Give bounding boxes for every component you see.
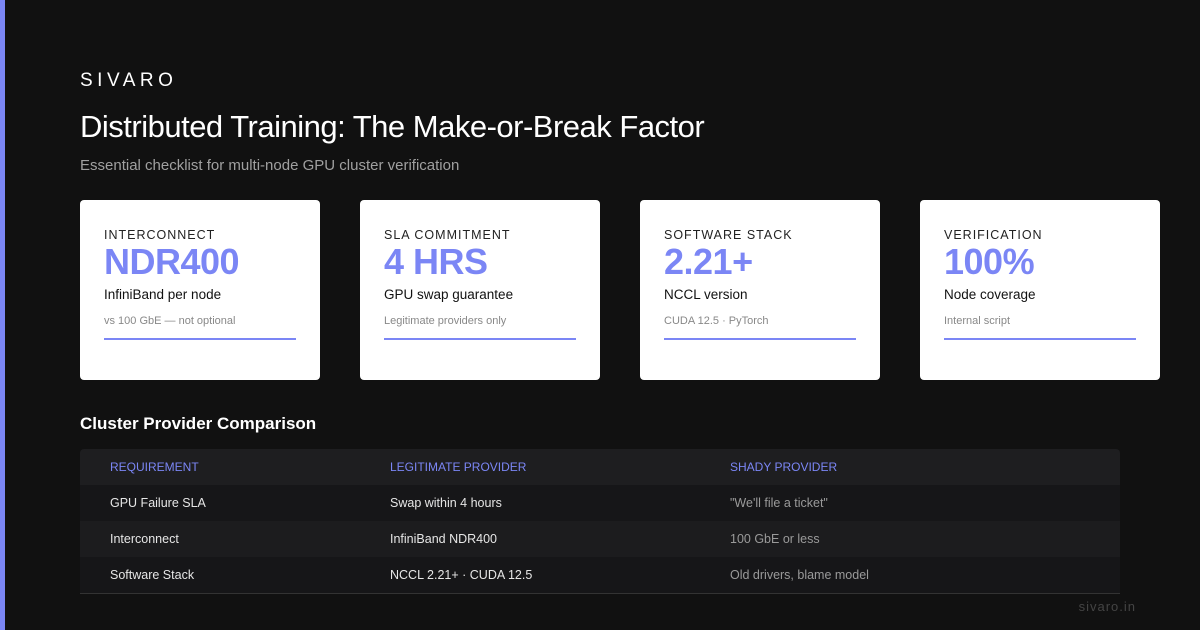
card-description: NCCL version	[664, 287, 748, 302]
card-label: VERIFICATION	[944, 228, 1043, 242]
table-cell-legitimate: NCCL 2.21+ · CUDA 12.5	[390, 568, 533, 582]
card-description: GPU swap guarantee	[384, 287, 514, 302]
card-note: vs 100 GbE — not optional	[104, 315, 296, 340]
card-value: 100%	[944, 241, 1035, 282]
table-cell-requirement: Software Stack	[110, 568, 195, 582]
accent-bar	[0, 0, 5, 630]
table-cell-shady: "We'll file a ticket"	[730, 496, 828, 510]
table-row: GPU Failure SLA Swap within 4 hours "We'…	[80, 485, 1120, 521]
stat-card-software: SOFTWARE STACK 2.21+ NCCL version CUDA 1…	[640, 200, 880, 380]
table-cell-shady: 100 GbE or less	[730, 532, 820, 546]
stat-card-interconnect: INTERCONNECT NDR400 InfiniBand per node …	[80, 200, 320, 380]
card-value: 2.21+	[664, 241, 753, 282]
table-header-row: REQUIREMENT LEGITIMATE PROVIDER SHADY PR…	[80, 449, 1120, 485]
card-note: CUDA 12.5 · PyTorch	[664, 315, 856, 340]
table-cell-legitimate: Swap within 4 hours	[390, 496, 502, 510]
page-title: Distributed Training: The Make-or-Break …	[80, 109, 705, 144]
card-value: NDR400	[104, 241, 240, 282]
table-row: Software Stack NCCL 2.21+ · CUDA 12.5 Ol…	[80, 557, 1120, 593]
page: SIVARO Distributed Training: The Make-or…	[0, 0, 1200, 630]
card-label: SLA COMMITMENT	[384, 228, 511, 242]
table-cell-legitimate: InfiniBand NDR400	[390, 532, 498, 546]
table-header-cell: SHADY PROVIDER	[730, 460, 838, 474]
table-cell-requirement: Interconnect	[110, 532, 179, 546]
table-cell-shady: Old drivers, blame model	[730, 568, 869, 582]
card-label: INTERCONNECT	[104, 228, 216, 242]
stat-cards: INTERCONNECT NDR400 InfiniBand per node …	[80, 200, 1160, 380]
card-label: SOFTWARE STACK	[664, 228, 793, 242]
comparison-table: REQUIREMENT LEGITIMATE PROVIDER SHADY PR…	[80, 449, 1120, 594]
table-header-cell: REQUIREMENT	[110, 460, 199, 474]
table-row: Interconnect InfiniBand NDR400 100 GbE o…	[80, 521, 1120, 557]
stat-card-verification: VERIFICATION 100% Node coverage Internal…	[920, 200, 1160, 380]
brand-logo-text: SIVARO	[80, 70, 178, 91]
table-cell-requirement: GPU Failure SLA	[110, 496, 206, 510]
table-header-cell: LEGITIMATE PROVIDER	[390, 460, 527, 474]
card-value: 4 HRS	[384, 241, 488, 282]
card-description: InfiniBand per node	[104, 287, 222, 302]
card-note: Internal script	[944, 315, 1136, 340]
card-description: Node coverage	[944, 287, 1036, 302]
comparison-title: Cluster Provider Comparison	[80, 414, 317, 433]
card-note: Legitimate providers only	[384, 315, 576, 340]
page-subtitle: Essential checklist for multi-node GPU c…	[80, 157, 460, 174]
footer-url: sivaro.in	[1078, 599, 1136, 614]
stat-card-sla: SLA COMMITMENT 4 HRS GPU swap guarantee …	[360, 200, 600, 380]
